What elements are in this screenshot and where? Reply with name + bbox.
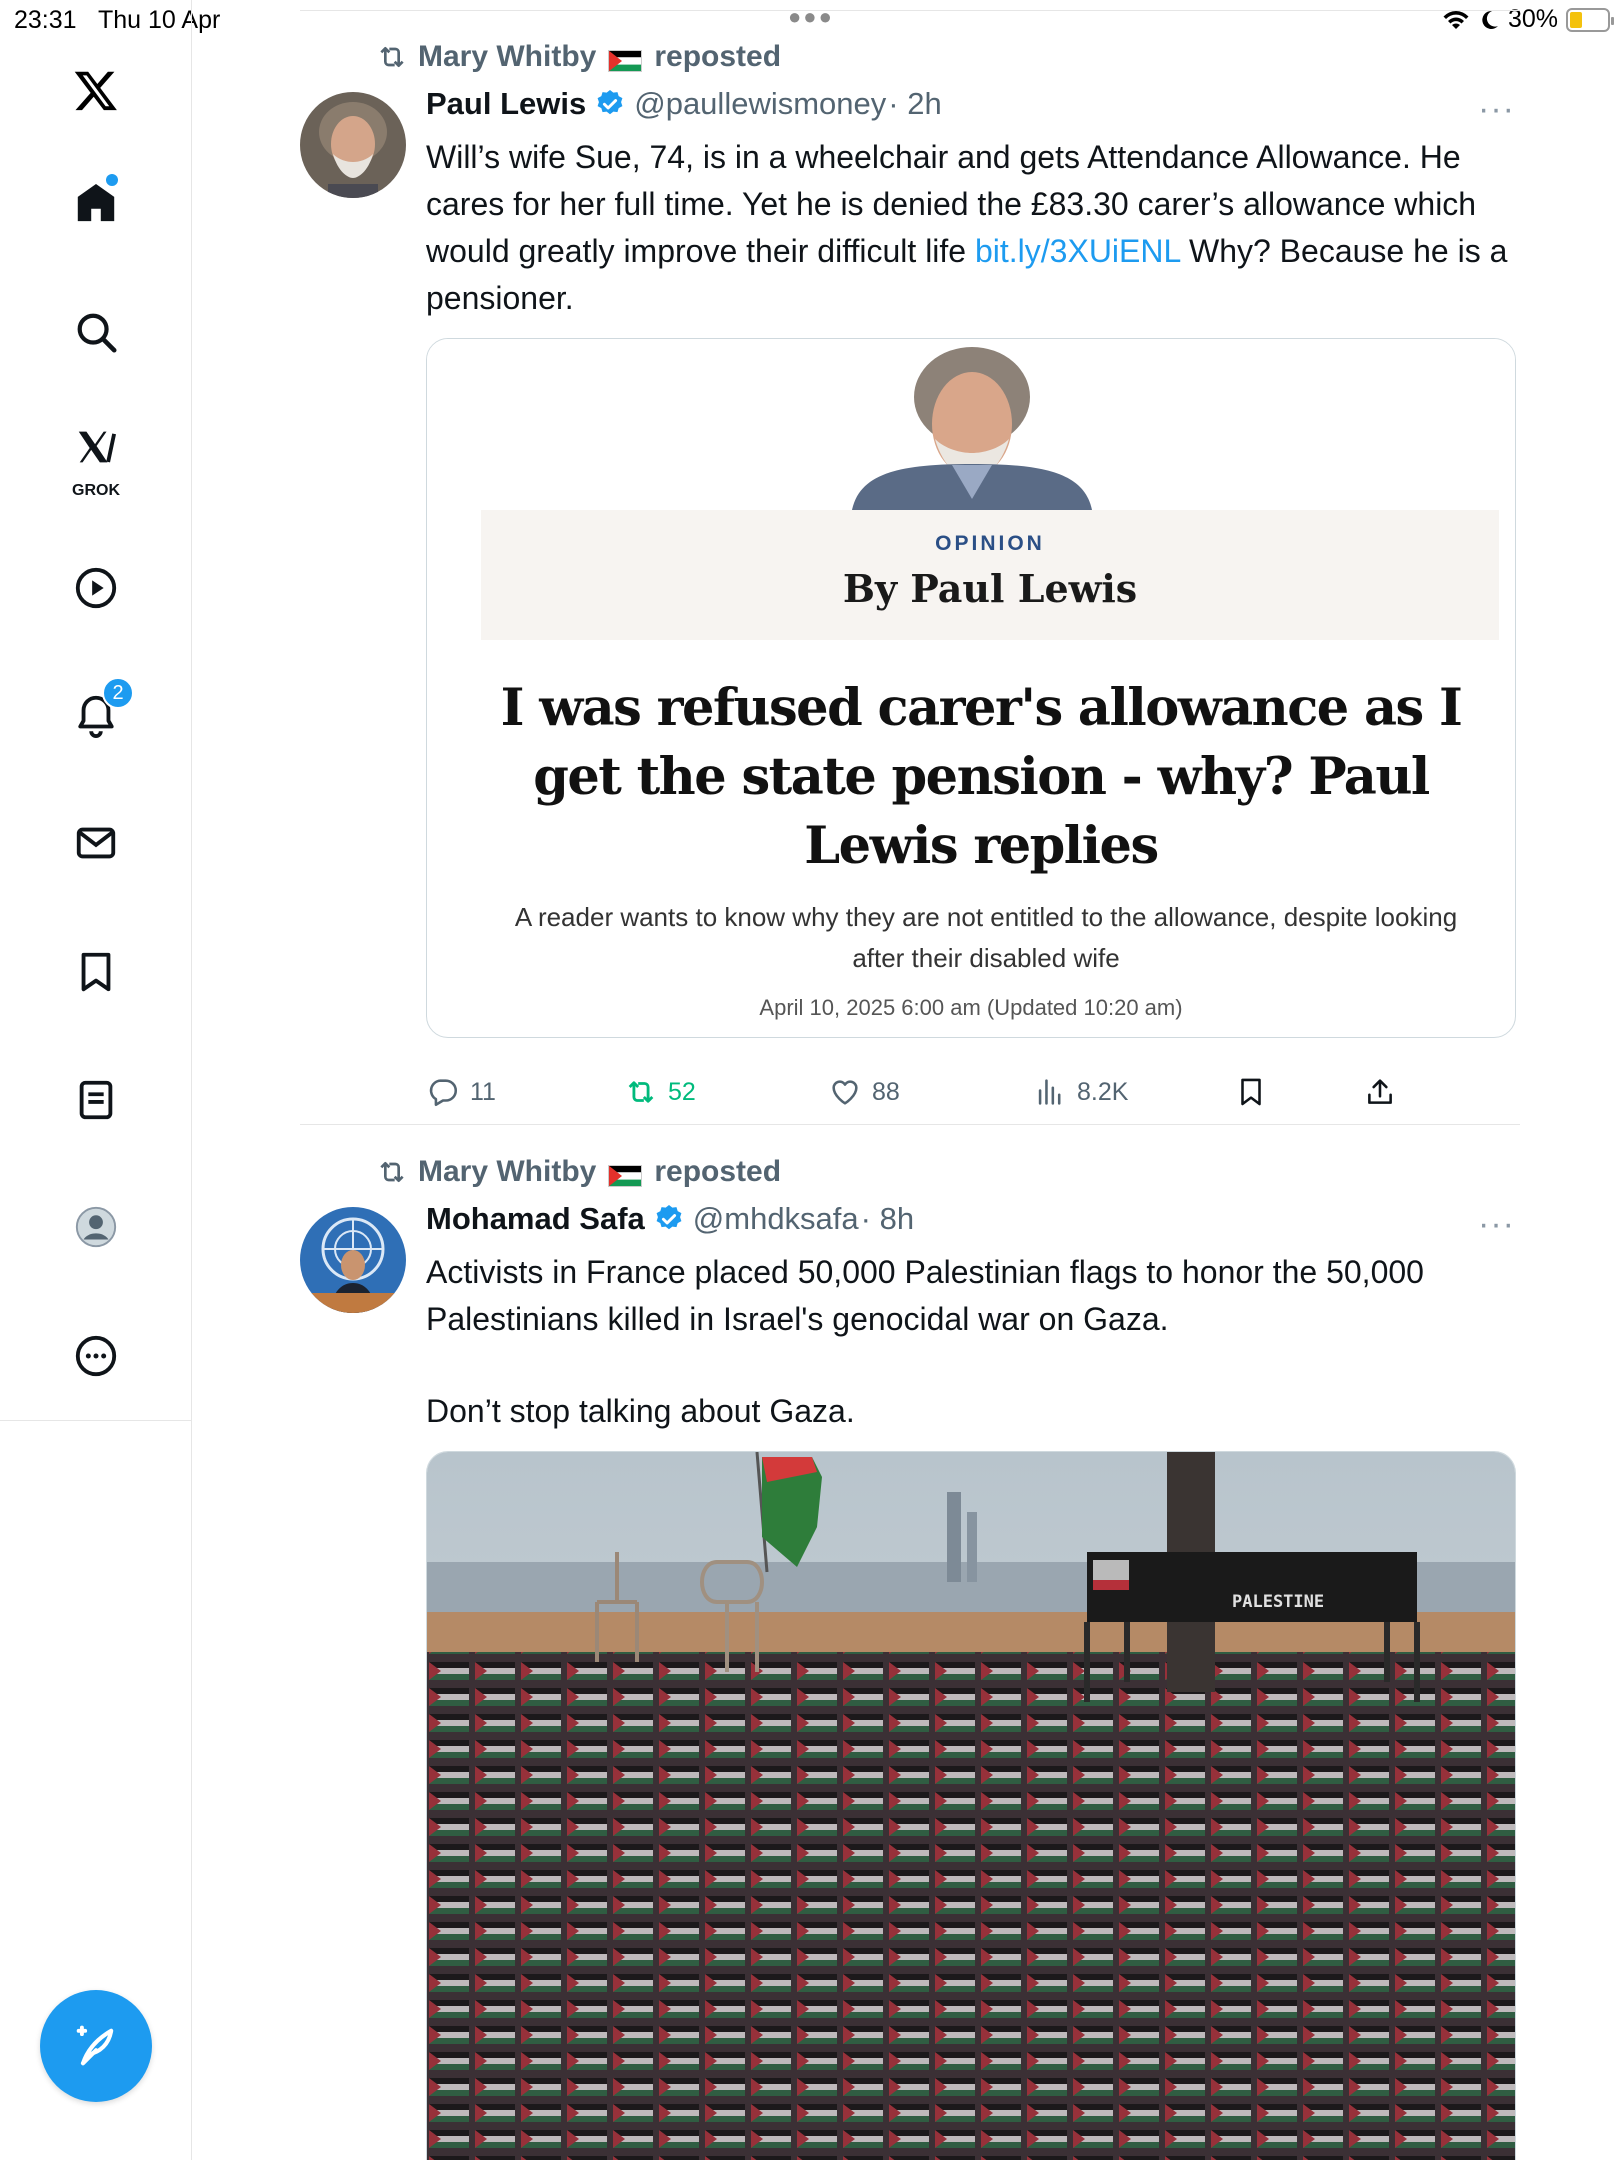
reply-button[interactable]: 11 [426,1075,496,1109]
author-handle[interactable]: @mhdksafa [693,1201,859,1237]
repost-icon [628,1081,654,1103]
author-photo [852,347,1092,510]
avatar[interactable] [300,92,406,198]
x-logo-icon[interactable] [56,50,136,130]
search-icon [77,313,117,353]
tweet-text-paragraph: Activists in France placed 50,000 Palest… [426,1254,1424,1337]
compose-button[interactable] [40,1990,152,2102]
article-byline: By Paul Lewis [842,566,1138,611]
more-circle-icon [75,1335,117,1377]
tweet-time[interactable]: · 8h [861,1201,914,1237]
play-icon [75,567,117,609]
view-count: 8.2K [1077,1077,1129,1106]
tweet-text-paragraph: Don’t stop talking about Gaza. [426,1393,855,1429]
battery-level [1570,11,1582,28]
repost-context[interactable]: Mary Whitby reposted [376,1155,781,1189]
tweet-header: Mohamad Safa @mhdksafa · 8h [426,1201,914,1237]
home-unread-dot [106,174,118,186]
multitask-dots-icon[interactable]: ●●● [788,4,834,30]
article-standfirst: A reader wants to know why they are not … [514,902,1458,973]
views-icon [1038,1079,1061,1105]
tweet-text: Activists in France placed 50,000 Palest… [426,1249,1516,1435]
heart-icon [832,1080,858,1105]
tweet-time[interactable]: · 2h [888,86,941,122]
repost-icon [380,1162,404,1182]
repost-context[interactable]: Mary Whitby reposted [376,40,781,74]
sidebar-item-more[interactable] [56,1316,136,1396]
palestine-flag-icon [608,46,643,72]
tweet-link[interactable]: bit.ly/3XUiENL [975,233,1180,269]
moon-icon [1482,10,1498,29]
views-button[interactable]: 8.2K [1033,1075,1128,1109]
grok-label: GROK [72,482,120,499]
sidebar-item-bookmarks[interactable] [56,932,136,1012]
sidebar-item-home[interactable] [56,162,136,242]
article-headline: I was refused carer's allowance as I get… [500,678,1463,876]
repost-icon [380,47,404,67]
compose-icon [76,2025,114,2066]
more-options-icon[interactable]: ··· [1478,1205,1515,1244]
avatar[interactable] [300,1207,406,1313]
article-kicker: OPINION [935,532,1045,555]
article-image [427,339,1515,510]
bookmark-icon [1241,1078,1261,1106]
tweet-text: Will’s wife Sue, 74, is in a wheelchair … [426,134,1516,322]
bookmark-icon [81,952,111,992]
verified-badge-icon [656,1205,682,1230]
share-icon [1368,1079,1392,1104]
grok-icon [78,431,116,463]
tweet[interactable]: Mary Whitby reposted Mohamad Safa @mhdks… [300,1155,1516,2160]
wifi-icon [1443,10,1469,29]
repost-suffix: reposted [654,40,782,73]
tweet[interactable]: Mary Whitby reposted Paul Lewis @paullew… [300,40,1516,1125]
tweet-media[interactable]: PALESTINE [426,1451,1516,2160]
battery-icon [1566,7,1614,32]
author-name[interactable]: Mohamad Safa [426,1201,645,1237]
repost-user[interactable]: Mary Whitby [418,1155,596,1189]
sidebar-divider [0,1420,192,1421]
status-bar: 23:31 Thu 10 Apr ●●● 30% [0,0,1620,40]
mail-icon [76,827,116,859]
sidebar: GROK 2 [0,0,192,2160]
palestine-flag-icon [608,1161,643,1187]
sidebar-item-video[interactable] [56,548,136,628]
sidebar-item-profile[interactable] [56,1187,136,1267]
sidebar-item-search[interactable] [56,292,136,372]
sidebar-item-grok[interactable]: GROK [56,416,136,499]
notifications-badge: 2 [102,677,134,709]
reply-icon [429,1079,458,1107]
tweet-header: Paul Lewis @paullewismoney · 2h [426,86,942,122]
media-image: PALESTINE [427,1452,1515,2160]
verified-badge-icon [597,90,623,115]
opinion-box: OPINION By Paul Lewis [481,510,1499,640]
share-button[interactable] [1363,1075,1397,1109]
author-handle[interactable]: @paullewismoney [634,86,886,122]
media-sign-text: PALESTINE [1232,1592,1324,1612]
like-button[interactable]: 88 [828,1075,900,1109]
article-card[interactable]: OPINION By Paul Lewis I was refused care… [426,338,1516,1038]
bookmark-button[interactable] [1234,1075,1268,1109]
list-icon [79,1080,113,1120]
article-date: April 10, 2025 6:00 am (Updated 10:20 am… [759,995,1183,1020]
repost-button[interactable]: 52 [624,1075,696,1109]
author-name[interactable]: Paul Lewis [426,86,586,122]
sidebar-item-messages[interactable] [56,803,136,883]
like-count: 88 [872,1077,900,1106]
profile-icon [75,1206,117,1248]
feed-top-divider [300,10,1520,11]
repost-count: 52 [668,1077,696,1106]
repost-suffix: reposted [654,1155,782,1188]
tweet-divider [300,1124,1520,1125]
sidebar-item-lists[interactable] [56,1060,136,1140]
reply-count: 11 [470,1077,496,1106]
more-options-icon[interactable]: ··· [1478,90,1515,129]
repost-user[interactable]: Mary Whitby [418,40,596,74]
sidebar-item-notifications[interactable]: 2 [56,675,136,755]
tweet-actions: 11 52 88 8.2K [426,1075,1446,1121]
